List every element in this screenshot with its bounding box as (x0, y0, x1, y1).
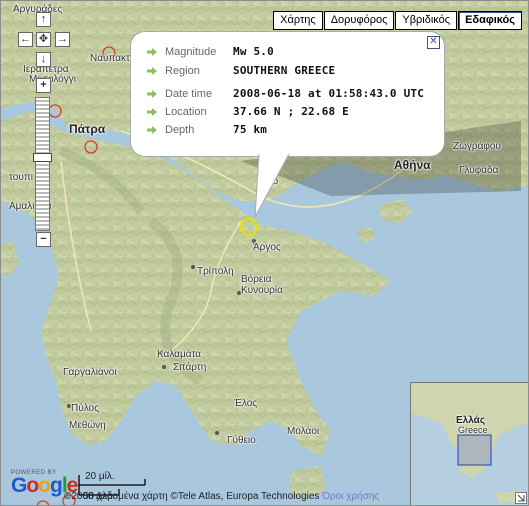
place-label: Πάτρα (69, 122, 106, 136)
zoom-in-button[interactable]: + (36, 78, 51, 93)
zoom-slider-track[interactable] (35, 97, 50, 231)
pan-down-button[interactable]: ↓ (36, 52, 51, 67)
info-value: 37.66 N ; 22.68 E (233, 105, 349, 118)
pan-right-button[interactable]: → (55, 32, 70, 47)
scale-label-miles: 20 μίλ. (85, 471, 115, 482)
pan-up-button[interactable]: ↑ (36, 12, 51, 27)
pan-center-button[interactable]: ✥ (36, 32, 51, 47)
overview-toggle-icon[interactable] (515, 492, 527, 504)
info-window: ✕ Magnitude Mw 5.0 Region SOUTHERN GREEC… (131, 32, 444, 156)
place-label: Ζωγράφου (453, 141, 501, 152)
arrow-right-icon (147, 47, 157, 56)
place-label: Γαργαλιάνοι (63, 367, 117, 378)
map-type-button-hybrid[interactable]: Υβριδικός (395, 11, 458, 30)
map-type-button-terrain[interactable]: Εδαφικός (458, 11, 522, 30)
place-label: Μεθώνη (69, 420, 106, 431)
arrow-right-icon (147, 125, 157, 134)
place-label: Τρίπολη (197, 266, 234, 277)
arrow-right-icon (147, 66, 157, 75)
info-key: Depth (165, 123, 195, 136)
info-key: Region (165, 64, 200, 77)
place-label: Γύθειο (227, 435, 256, 446)
info-value: SOUTHERN GREECE (233, 64, 336, 77)
map-container[interactable]: Αργυράδες Ιεράπετρα Μεσολόγγι Ναύπακτος … (0, 0, 529, 506)
place-label: Σπάρτη (173, 362, 207, 373)
zoom-out-button[interactable]: − (36, 232, 51, 247)
place-label: Γλυφάδα (459, 165, 499, 176)
info-key: Magnitude (165, 45, 217, 58)
info-window-tail (254, 153, 290, 218)
place-label: Μολάοι (287, 426, 320, 437)
info-row-datetime: Date time 2008-06-18 at 01:58:43.0 UTC (147, 87, 424, 100)
info-row-depth: Depth 75 km (147, 123, 267, 136)
info-value: 75 km (233, 123, 268, 136)
place-label: Καλαμάτα (157, 349, 202, 360)
info-value: Mw 5.0 (233, 45, 274, 58)
place-label: Πύλος (71, 403, 99, 414)
place-label: Αθήνα (394, 158, 431, 172)
overview-map[interactable]: Ελλάς Greece (410, 382, 528, 505)
place-label: τουπι (9, 172, 33, 183)
terms-of-use-link[interactable]: Όροι χρήσης (322, 491, 379, 502)
info-key: Date time (165, 87, 213, 100)
place-label: Έλος (234, 398, 258, 409)
arrow-right-icon (147, 89, 157, 98)
place-label: Βόρεια Κυνουρία (241, 274, 283, 296)
map-type-button-map[interactable]: Χάρτης (273, 11, 323, 30)
overview-terrain (411, 383, 528, 503)
info-value: 2008-06-18 at 01:58:43.0 UTC (233, 87, 425, 100)
map-type-control: Χάρτης Δορυφόρος Υβριδικός Εδαφικός (272, 11, 522, 30)
arrow-right-icon (147, 107, 157, 116)
zoom-slider-thumb[interactable] (33, 153, 52, 162)
close-icon[interactable]: ✕ (427, 36, 440, 49)
overview-viewport[interactable] (457, 434, 492, 466)
info-row-location: Location 37.66 N ; 22.68 E (147, 105, 349, 118)
info-row-magnitude: Magnitude Mw 5.0 (147, 45, 274, 58)
city-dot (215, 431, 219, 435)
attribution-text: ©2008 Δεδομένα χάρτη ©Tele Atlas, Europa… (64, 491, 320, 502)
pan-left-button[interactable]: ← (18, 32, 33, 47)
overview-sublabel: Greece (458, 425, 488, 435)
city-dot (191, 265, 195, 269)
info-key: Location (165, 105, 207, 118)
map-type-button-satellite[interactable]: Δορυφόρος (323, 11, 395, 30)
city-dot (162, 365, 166, 369)
info-row-region: Region SOUTHERN GREECE (147, 64, 335, 77)
place-label: Άργος (253, 242, 281, 253)
attribution: ©2008 Δεδομένα χάρτη ©Tele Atlas, Europa… (64, 491, 379, 502)
